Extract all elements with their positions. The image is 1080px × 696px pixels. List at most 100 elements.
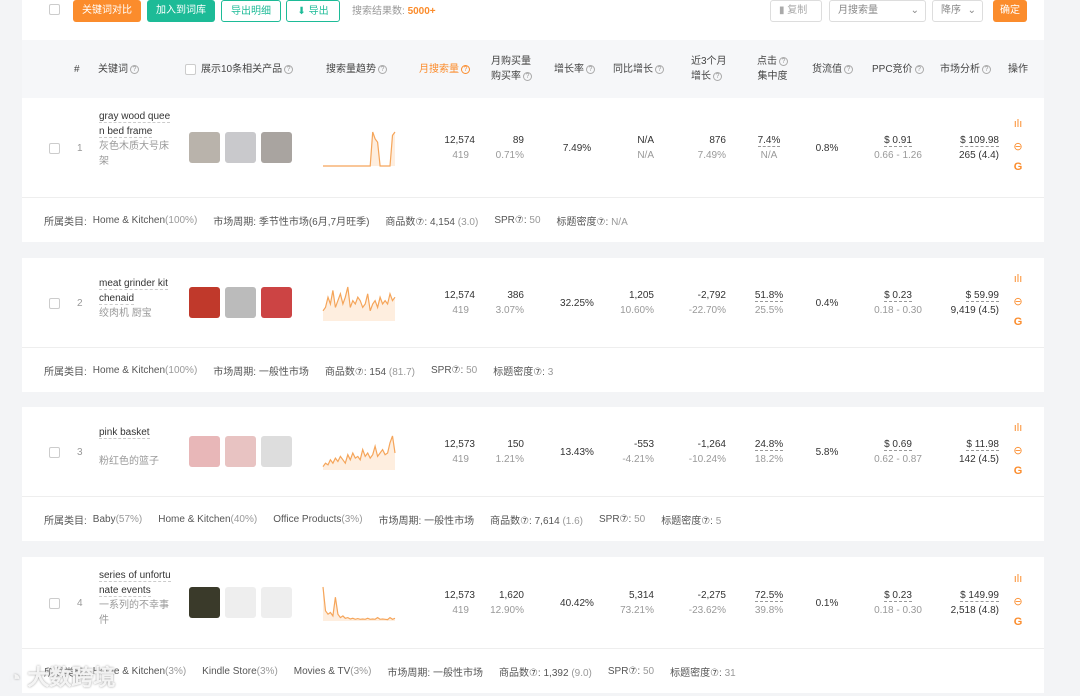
more-icon[interactable]: ⊖ <box>1010 140 1026 153</box>
keyword-card: 3 pink basket 粉红色的篮子 12,573 419 150 1.21% 1… <box>22 407 1044 541</box>
more-icon[interactable]: ⊖ <box>1010 444 1026 457</box>
export-detail-button[interactable]: 导出明细 <box>221 0 281 22</box>
col-yoy[interactable]: 同比增长? <box>613 40 664 98</box>
keyword-card: 2 meat grinder kitchenaid 绞肉机 厨宝 12,574 41… <box>22 258 1044 392</box>
col-monthly-search[interactable]: 月搜索量? <box>419 40 470 98</box>
growth-rate: 7.49% <box>562 143 592 154</box>
help-icon: ? <box>655 64 664 74</box>
row-checkbox[interactable] <box>49 298 60 309</box>
product-thumbnail[interactable] <box>225 587 256 618</box>
confirm-button[interactable]: 确定 <box>993 0 1027 22</box>
more-icon[interactable]: ⊖ <box>1010 595 1026 608</box>
col-cargo[interactable]: 货流值? <box>812 40 853 98</box>
title-density: 标题密度⑦: N/A <box>556 216 628 228</box>
more-icon[interactable]: ⊖ <box>1010 295 1026 308</box>
help-icon: ? <box>523 71 532 81</box>
row-checkbox[interactable] <box>49 143 60 154</box>
title-density: 标题密度⑦: 3 <box>493 366 554 378</box>
keyword-cell[interactable]: gray wood queen bed frame 灰色木质大号床架 <box>99 109 171 169</box>
copy-button[interactable]: ▮ 复制 <box>770 0 822 22</box>
col-show-products[interactable]: 展示10条相关产品? <box>185 40 294 98</box>
market-analysis: $ 149.99 2,518 (4.8) <box>950 590 999 616</box>
bar-chart-icon[interactable]: ılı <box>1010 422 1026 434</box>
product-thumbnail[interactable] <box>225 287 256 318</box>
keyword-link[interactable]: meat grinder kitchenaid <box>99 278 168 305</box>
col-growth[interactable]: 增长率? <box>554 40 595 98</box>
help-icon: ? <box>284 64 294 74</box>
download-icon: ⬇ <box>297 6 306 17</box>
keyword-link[interactable]: pink basket <box>99 427 150 439</box>
google-icon[interactable]: G <box>1010 616 1026 628</box>
google-icon[interactable]: G <box>1010 316 1026 328</box>
row-checkbox[interactable] <box>49 598 60 609</box>
cargo-value: 0.4% <box>815 298 839 309</box>
col-purchase[interactable]: 月购买量 购买率? <box>491 40 532 98</box>
keyword-cell[interactable]: pink basket 粉红色的篮子 <box>99 425 171 469</box>
col-3month[interactable]: 近3个月 增长? <box>691 40 727 98</box>
col-click[interactable]: 点击? 集中度 <box>757 40 788 98</box>
cargo-value: 0.8% <box>815 143 839 154</box>
show-products-checkbox[interactable] <box>185 63 196 75</box>
growth-rate: 32.25% <box>560 298 594 309</box>
trend-sparkline[interactable] <box>322 583 396 623</box>
sparkline-area <box>323 132 395 166</box>
row-index: 4 <box>77 598 83 609</box>
result-count: 搜索结果数: 5000+ <box>352 6 436 17</box>
category-item: Home & Kitchen(40%) <box>158 513 258 525</box>
product-thumbnail[interactable] <box>261 436 292 467</box>
three-month-growth: -2,792 -22.70% <box>688 290 726 316</box>
yoy-growth: N/A N/A <box>637 135 654 161</box>
market-cycle: 市场周期: 一般性市场 <box>387 667 483 679</box>
bar-chart-icon[interactable]: ılı <box>1010 118 1026 130</box>
keyword-link[interactable]: series of unfortunate events <box>99 570 171 597</box>
ppc-bid: $ 0.23 0.18 - 0.30 <box>874 290 922 316</box>
trend-sparkline[interactable] <box>322 283 396 323</box>
keyword-link[interactable]: gray wood queen bed frame <box>99 111 171 138</box>
table-row: 4 series of unfortunate events 一系列的不幸事件 1… <box>22 557 1044 649</box>
help-icon: ? <box>461 64 470 74</box>
trend-sparkline[interactable] <box>322 128 396 168</box>
keyword-cell[interactable]: meat grinder kitchenaid 绞肉机 厨宝 <box>99 276 171 321</box>
export-button[interactable]: ⬇ 导出 <box>286 0 340 22</box>
bar-chart-icon[interactable]: ılı <box>1010 573 1026 585</box>
bar-chart-icon[interactable]: ılı <box>1010 273 1026 285</box>
product-thumbnail[interactable] <box>189 287 220 318</box>
help-icon: ? <box>713 71 722 81</box>
product-thumbnail[interactable] <box>189 436 220 467</box>
col-trend[interactable]: 搜索量趋势? <box>326 40 387 98</box>
col-keyword[interactable]: 关键词? <box>98 40 139 98</box>
select-all-checkbox[interactable] <box>49 4 60 15</box>
monthly-search: 12,574 419 <box>444 290 475 316</box>
market-cycle: 市场周期: 一般性市场 <box>213 366 309 378</box>
market-analysis: $ 109.98 265 (4.4) <box>958 135 999 161</box>
col-ops: 操作 <box>1008 63 1028 75</box>
col-market[interactable]: 市场分析? <box>940 40 991 98</box>
add-to-library-button[interactable]: 加入到词库 <box>147 0 215 22</box>
product-thumbnail[interactable] <box>261 587 292 618</box>
product-thumbnail[interactable] <box>189 587 220 618</box>
product-count: 商品数⑦: 4,154 (3.0) <box>385 216 479 228</box>
yoy-growth: 5,314 73.21% <box>620 590 654 616</box>
product-thumbnail[interactable] <box>261 132 292 163</box>
product-thumbnail[interactable] <box>225 132 256 163</box>
product-thumbnail[interactable] <box>225 436 256 467</box>
trend-sparkline[interactable] <box>322 432 396 472</box>
click-concentration: 72.5% 39.8% <box>754 590 784 616</box>
google-icon[interactable]: G <box>1010 161 1026 173</box>
spr: SPR⑦: 50 <box>599 513 646 525</box>
click-concentration: 7.4% N/A <box>757 135 781 161</box>
keyword-compare-button[interactable]: 关键词对比 <box>73 0 141 22</box>
watermark-logo: ◔ 大数跨境 <box>8 665 116 690</box>
help-icon: ? <box>378 64 387 74</box>
keyword-cell[interactable]: series of unfortunate events 一系列的不幸事件 <box>99 568 171 628</box>
product-thumbnail[interactable] <box>189 132 220 163</box>
col-ppc[interactable]: PPC竞价? <box>872 40 924 98</box>
spr: SPR⑦: 50 <box>607 665 655 677</box>
row-checkbox[interactable] <box>49 447 60 458</box>
product-thumbnail[interactable] <box>261 287 292 318</box>
category-item: Kindle Store(3%) <box>202 665 278 677</box>
category-item: Office Products(3%) <box>273 513 363 525</box>
sort-field-select[interactable]: 月搜索量 ⌄ <box>829 0 926 22</box>
sort-order-select[interactable]: 降序 ⌄ <box>932 0 983 22</box>
google-icon[interactable]: G <box>1010 465 1026 477</box>
